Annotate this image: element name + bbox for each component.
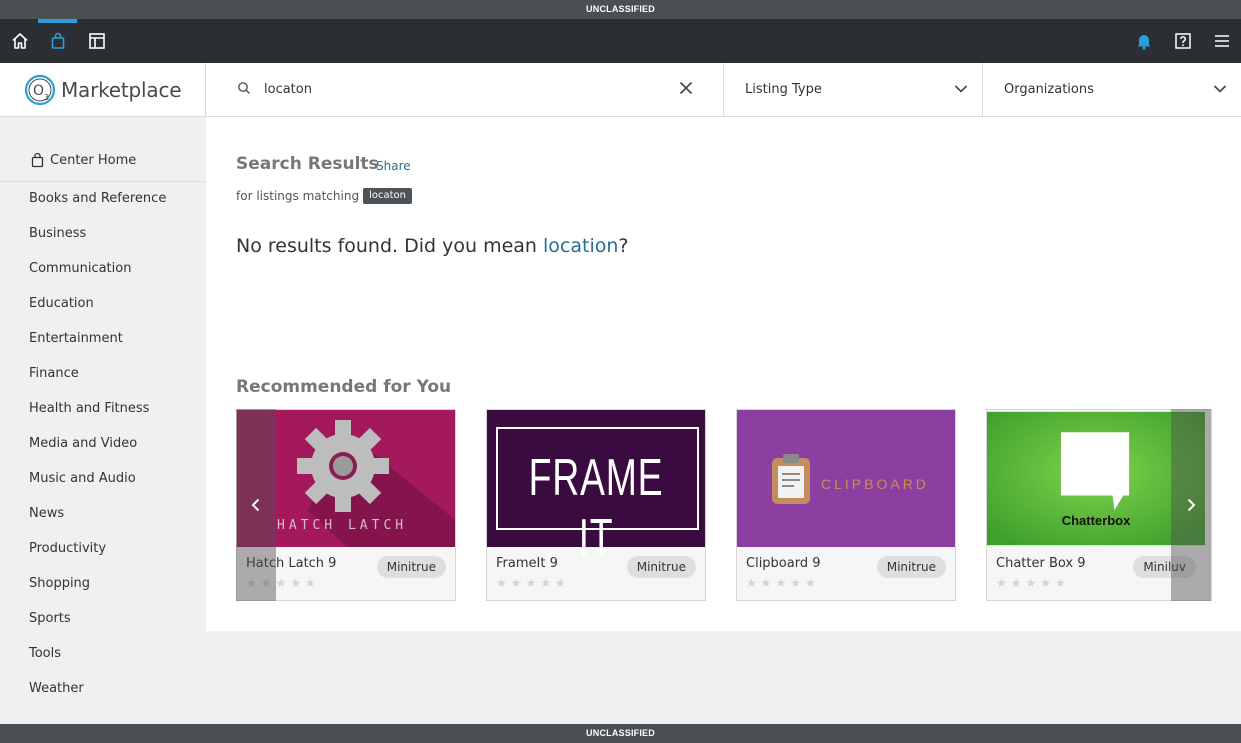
organizations-label: Organizations	[1004, 82, 1094, 97]
category-list: Books and Reference Business Communicati…	[29, 187, 166, 712]
sidebar-item-sports[interactable]: Sports	[29, 607, 166, 642]
chevron-down-icon	[1213, 85, 1227, 93]
sidebar-item-productivity[interactable]: Productivity	[29, 537, 166, 572]
svg-text:O: O	[33, 83, 44, 99]
sidebar-item-news[interactable]: News	[29, 502, 166, 537]
bell-icon	[1137, 35, 1150, 50]
svg-text:3: 3	[44, 93, 49, 102]
notifications-button[interactable]	[1124, 19, 1163, 63]
card-title: FrameIt 9	[496, 556, 558, 571]
listing-type-label: Listing Type	[745, 82, 822, 97]
shopping-bag-icon	[31, 153, 44, 168]
sidebar-item-business[interactable]: Business	[29, 222, 166, 257]
carousel-next-button[interactable]	[1171, 409, 1211, 601]
category-sidebar: Center Home Books and Reference Business…	[0, 117, 206, 724]
search-icon	[238, 82, 250, 94]
sidebar-item-education[interactable]: Education	[29, 292, 166, 327]
sidebar-item-shopping[interactable]: Shopping	[29, 572, 166, 607]
home-icon	[11, 33, 28, 49]
sidebar-item-entertainment[interactable]: Entertainment	[29, 327, 166, 362]
chevron-left-icon	[251, 498, 260, 512]
marketplace-logo[interactable]: O 3 Marketplace	[0, 63, 206, 116]
dashboard-button[interactable]	[77, 19, 116, 63]
card-org-badge: Minitrue	[376, 556, 446, 578]
star-rating: ★★★★★	[996, 576, 1070, 590]
layout-icon	[88, 33, 105, 49]
chevron-right-icon	[1187, 498, 1196, 512]
classification-banner-top: UNCLASSIFIED	[0, 0, 1241, 19]
clipboard-image-text: CLIPBOARD	[821, 476, 929, 492]
share-link[interactable]: Share	[376, 159, 411, 173]
sidebar-item-health-and-fitness[interactable]: Health and Fitness	[29, 397, 166, 432]
matching-text: for listings matching	[236, 189, 360, 203]
sidebar-item-books-and-reference[interactable]: Books and Reference	[29, 187, 166, 222]
top-navbar	[0, 19, 1241, 63]
frameit-image-text: FRAME IT	[528, 449, 664, 567]
search-box	[207, 63, 724, 116]
sidebar-divider	[0, 181, 206, 182]
close-icon[interactable]	[679, 81, 693, 95]
sidebar-item-communication[interactable]: Communication	[29, 257, 166, 292]
sidebar-item-music-and-audio[interactable]: Music and Audio	[29, 467, 166, 502]
card-org-badge: Minitrue	[626, 556, 696, 578]
sidebar-item-weather[interactable]: Weather	[29, 677, 166, 712]
search-results-title: Search Results	[236, 154, 379, 174]
recommended-title: Recommended for You	[236, 377, 452, 397]
marketplace-button[interactable]	[38, 19, 77, 63]
listing-type-dropdown[interactable]: Listing Type	[725, 63, 983, 116]
card-title: Clipboard 9	[746, 556, 821, 571]
chevron-down-icon	[954, 85, 968, 93]
star-rating: ★★★★★	[496, 576, 570, 590]
card-title: Chatter Box 9	[996, 556, 1086, 571]
no-results-text: No results found. Did you mean	[236, 235, 543, 257]
sidebar-item-center-home[interactable]: Center Home	[31, 153, 136, 168]
logo-text: Marketplace	[61, 77, 182, 102]
main-footer-area	[206, 631, 1241, 724]
query-tag: locaton	[363, 188, 412, 204]
suggestion-link[interactable]: location	[543, 235, 618, 257]
shopping-bag-icon	[51, 32, 64, 49]
sidebar-item-finance[interactable]: Finance	[29, 362, 166, 397]
carousel-prev-button[interactable]	[236, 409, 276, 601]
sidebar-item-media-and-video[interactable]: Media and Video	[29, 432, 166, 467]
sidebar-item-tools[interactable]: Tools	[29, 642, 166, 677]
classification-banner-bottom: UNCLASSIFIED	[0, 724, 1241, 743]
hatch-latch-image-text: HATCH LATCH	[277, 518, 408, 533]
header-bar: O 3 Marketplace Listing Type Organizatio…	[0, 63, 1241, 117]
listing-card-frameit[interactable]: FRAME IT FrameIt 9 Minitrue ★★★★★	[486, 409, 706, 601]
card-org-badge: Minitrue	[876, 556, 946, 578]
matching-line: for listings matching locaton	[236, 188, 412, 204]
organizations-dropdown[interactable]: Organizations	[984, 63, 1241, 116]
star-rating: ★★★★★	[746, 576, 820, 590]
listing-card-clipboard[interactable]: CLIPBOARD Clipboard 9 Minitrue ★★★★★	[736, 409, 956, 601]
hamburger-icon	[1214, 35, 1229, 47]
help-icon	[1174, 33, 1191, 49]
sidebar-home-label: Center Home	[50, 153, 137, 168]
home-button[interactable]	[0, 19, 39, 63]
search-input[interactable]	[264, 77, 664, 101]
no-results-message: No results found. Did you mean location?	[236, 235, 628, 257]
menu-button[interactable]	[1202, 19, 1241, 63]
no-results-suffix: ?	[618, 235, 629, 257]
o3-logo-icon: O 3	[24, 74, 56, 105]
help-button[interactable]	[1163, 19, 1202, 63]
